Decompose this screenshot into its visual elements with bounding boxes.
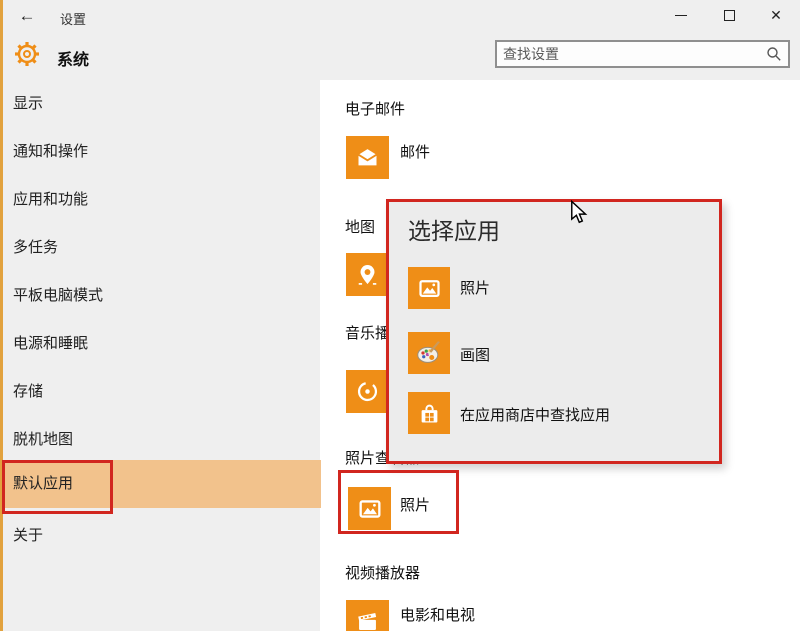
- popup-item-paint-tile[interactable]: [408, 332, 450, 374]
- close-button[interactable]: ✕: [755, 0, 797, 30]
- paint-icon: [414, 338, 444, 368]
- sidebar-item-storage[interactable]: 存储: [3, 368, 321, 416]
- mouse-cursor: [570, 200, 588, 231]
- photos-icon: [356, 495, 384, 523]
- sidebar-item-display[interactable]: 显示: [3, 80, 321, 128]
- popup-item-paint-label[interactable]: 画图: [460, 344, 490, 365]
- gear-icon: [13, 40, 41, 68]
- popup-item-store-label[interactable]: 在应用商店中查找应用: [460, 404, 610, 425]
- music-icon: [354, 378, 381, 405]
- sidebar-item-notifications[interactable]: 通知和操作: [3, 128, 321, 176]
- settings-window: ← 设置 ✕ 系统 显: [0, 0, 800, 631]
- music-app-tile[interactable]: [346, 370, 389, 413]
- maximize-icon: [724, 10, 735, 21]
- minimize-icon: [675, 15, 687, 16]
- sidebar-item-multitasking[interactable]: 多任务: [3, 224, 321, 272]
- sidebar-item-default-apps[interactable]: 默认应用: [3, 460, 321, 508]
- maps-icon: [354, 261, 381, 288]
- popup-item-photos-tile[interactable]: [408, 267, 450, 309]
- search-input[interactable]: [497, 46, 764, 62]
- photos-icon: [416, 275, 443, 302]
- photos-app-label[interactable]: 照片: [400, 494, 430, 515]
- popup-item-photos-label[interactable]: 照片: [460, 277, 490, 298]
- sidebar-item-apps-features[interactable]: 应用和功能: [3, 176, 321, 224]
- section-header-email: 电子邮件: [345, 98, 405, 119]
- sidebar-item-about[interactable]: 关于: [3, 512, 321, 560]
- search-box[interactable]: [495, 40, 790, 68]
- back-button[interactable]: ←: [12, 2, 42, 30]
- movies-app-label[interactable]: 电影和电视: [400, 604, 475, 625]
- mail-app-tile[interactable]: [346, 136, 389, 179]
- window-title: 设置: [60, 9, 86, 28]
- section-header-video-player: 视频播放器: [345, 562, 420, 583]
- back-arrow-icon: ←: [19, 6, 36, 26]
- page-title: 系统: [57, 46, 89, 70]
- photos-app-tile[interactable]: [348, 487, 391, 530]
- sidebar-item-tablet-mode[interactable]: 平板电脑模式: [3, 272, 321, 320]
- popup-title: 选择应用: [408, 212, 500, 246]
- sidebar-item-offline-maps[interactable]: 脱机地图: [3, 416, 321, 464]
- sidebar-item-power-sleep[interactable]: 电源和睡眠: [3, 320, 321, 368]
- minimize-button[interactable]: [660, 0, 702, 30]
- section-header-maps: 地图: [345, 216, 375, 237]
- movies-icon: [354, 608, 381, 631]
- maps-app-tile[interactable]: [346, 253, 389, 296]
- search-icon[interactable]: [764, 46, 784, 62]
- choose-app-popup: 选择应用 照片 画图: [386, 199, 722, 464]
- mail-icon: [354, 144, 381, 171]
- popup-item-store-tile[interactable]: [408, 392, 450, 434]
- close-icon: ✕: [770, 8, 782, 22]
- mail-app-label[interactable]: 邮件: [400, 141, 430, 162]
- maximize-button[interactable]: [708, 0, 750, 30]
- movies-app-tile[interactable]: [346, 600, 389, 631]
- store-icon: [416, 400, 443, 427]
